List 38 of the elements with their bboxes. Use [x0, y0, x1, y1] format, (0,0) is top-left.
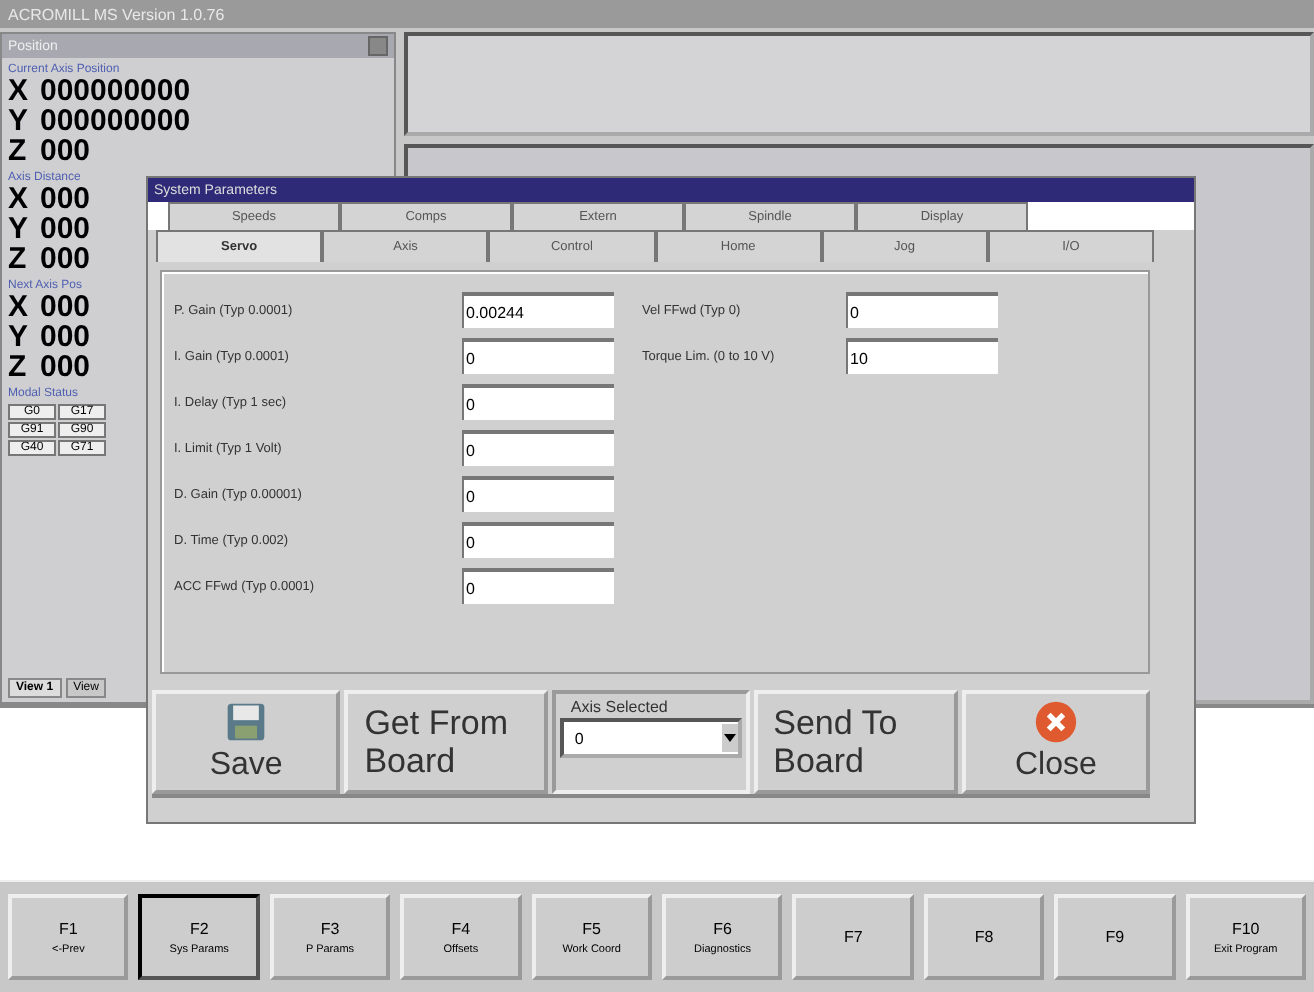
axis-value: 000000000: [40, 106, 191, 136]
input-field[interactable]: 0: [462, 476, 614, 512]
axis-value: 000: [40, 352, 91, 382]
save-button[interactable]: Save: [152, 690, 341, 794]
caret-icon[interactable]: [721, 724, 738, 752]
function-key[interactable]: F7: [792, 894, 914, 980]
input-field[interactable]: 0.00244: [462, 292, 614, 328]
window-title: ACROMILL MS Version 1.0.76: [8, 5, 225, 23]
input-field[interactable]: 0: [846, 292, 998, 328]
input-field[interactable]: 0: [462, 430, 614, 466]
axis-value: 000: [40, 322, 91, 352]
axis-label: Y: [8, 214, 28, 244]
axis-dropdown[interactable]: 0: [560, 718, 742, 758]
axis-label: X: [8, 184, 28, 214]
input-field[interactable]: 0: [462, 338, 614, 374]
close-button[interactable]: Close: [961, 690, 1151, 794]
input-field[interactable]: 0: [462, 522, 614, 558]
axis-value: 000: [40, 184, 91, 214]
axis-value: 000000000: [40, 76, 191, 106]
axis-value: 000: [40, 136, 91, 166]
axis-value: 000: [40, 214, 91, 244]
axis-label: X: [8, 76, 28, 106]
input-field[interactable]: 0: [462, 568, 614, 604]
axis-label: Z: [8, 352, 28, 382]
input-field[interactable]: 0: [462, 384, 614, 420]
function-key[interactable]: F8: [923, 894, 1045, 980]
action-button[interactable]: Get From Board: [344, 690, 549, 794]
axis-label: X: [8, 292, 28, 322]
combo-label: Axis Selected: [568, 698, 670, 716]
axis-value: 000: [40, 244, 91, 274]
axis-label: Y: [8, 106, 28, 136]
axis-value: 000: [40, 292, 91, 322]
axis-label: Z: [8, 244, 28, 274]
axis-label: Z: [8, 136, 28, 166]
axis-label: Y: [8, 322, 28, 352]
input-field[interactable]: 10: [846, 338, 998, 374]
function-key[interactable]: F9: [1054, 894, 1176, 980]
action-button[interactable]: Send To Board: [753, 690, 958, 794]
